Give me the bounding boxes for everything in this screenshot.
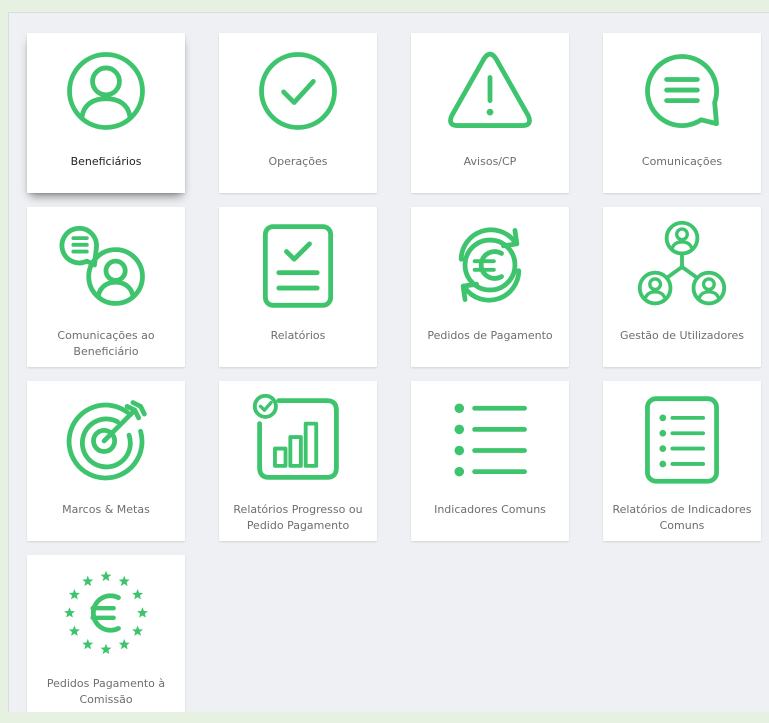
tile-beneficiarios[interactable]: Beneficiários	[27, 33, 185, 193]
tile-comunicacoes[interactable]: Comunicações	[603, 33, 761, 193]
chat-bubble-icon	[645, 54, 719, 128]
star-icon	[132, 625, 144, 636]
tile-label: Beneficiários	[70, 155, 142, 168]
tile-label: Gestão de Utilizadores	[619, 329, 745, 342]
dashboard-frame: Beneficiários Operações Avisos/CP Comuni…	[8, 12, 769, 712]
euro-stars-icon	[64, 570, 148, 655]
tile-pedidos-pagamento[interactable]: Pedidos de Pagamento	[411, 207, 569, 367]
user-network-icon	[637, 220, 727, 306]
tile-avisos[interactable]: Avisos/CP	[411, 33, 569, 193]
tile-operacoes[interactable]: Operações	[219, 33, 377, 193]
tile-label: Pedidos de Pagamento	[427, 329, 553, 342]
star-icon	[82, 575, 94, 587]
star-icon	[118, 638, 130, 650]
tile-label: Comunicações ao Beneficiário	[57, 329, 155, 358]
warning-triangle-icon	[448, 51, 532, 128]
tile-label: Indicadores Comuns	[434, 503, 546, 516]
star-icon	[100, 643, 112, 655]
euro-refresh-icon	[458, 227, 522, 303]
tile-pedidos-comissao[interactable]: Pedidos Pagamento à Comissão	[27, 555, 185, 712]
tile-gestao-utilizadores[interactable]: Gestão de Utilizadores	[603, 207, 761, 367]
tile-label: Avisos/CP	[463, 155, 517, 168]
star-icon	[132, 589, 144, 600]
tile-comunicacoes-beneficiario[interactable]: Comunicações ao Beneficiário	[27, 207, 185, 367]
user-message-icon	[59, 225, 145, 306]
tile-label: Marcos & Metas	[62, 503, 150, 516]
star-icon	[136, 607, 148, 618]
tile-marcos-metas[interactable]: Marcos & Metas	[27, 381, 185, 541]
tile-label: Relatórios Progresso ou Pedido Pagamento	[233, 503, 363, 532]
tile-relatorios[interactable]: Relatórios	[219, 207, 377, 367]
tile-label: Relatórios de Indicadores Comuns	[612, 503, 752, 532]
tile-label: Operações	[268, 155, 328, 168]
star-icon	[100, 570, 112, 582]
report-check-icon	[262, 224, 334, 308]
tile-indicadores-comuns[interactable]: Indicadores Comuns	[411, 381, 569, 541]
star-icon	[64, 607, 76, 618]
list-document-icon	[645, 396, 719, 484]
bullet-list-icon	[454, 403, 527, 477]
tile-label: Comunicações	[641, 155, 723, 168]
check-circle-icon	[259, 52, 337, 130]
tile-label: Pedidos Pagamento à Comissão	[46, 677, 166, 706]
target-arrow-icon	[66, 400, 147, 481]
tile-relatorios-progresso[interactable]: Relatórios Progresso ou Pedido Pagamento	[219, 381, 377, 541]
star-icon	[82, 638, 94, 650]
tile-label: Relatórios	[270, 329, 326, 342]
star-icon	[68, 625, 80, 636]
star-icon	[118, 575, 130, 587]
progress-chart-icon	[252, 393, 339, 480]
user-circle-icon	[67, 52, 145, 130]
tile-grid: Beneficiários Operações Avisos/CP Comuni…	[9, 13, 769, 712]
tile-relatorios-indicadores[interactable]: Relatórios de Indicadores Comuns	[603, 381, 761, 541]
star-icon	[68, 589, 80, 600]
